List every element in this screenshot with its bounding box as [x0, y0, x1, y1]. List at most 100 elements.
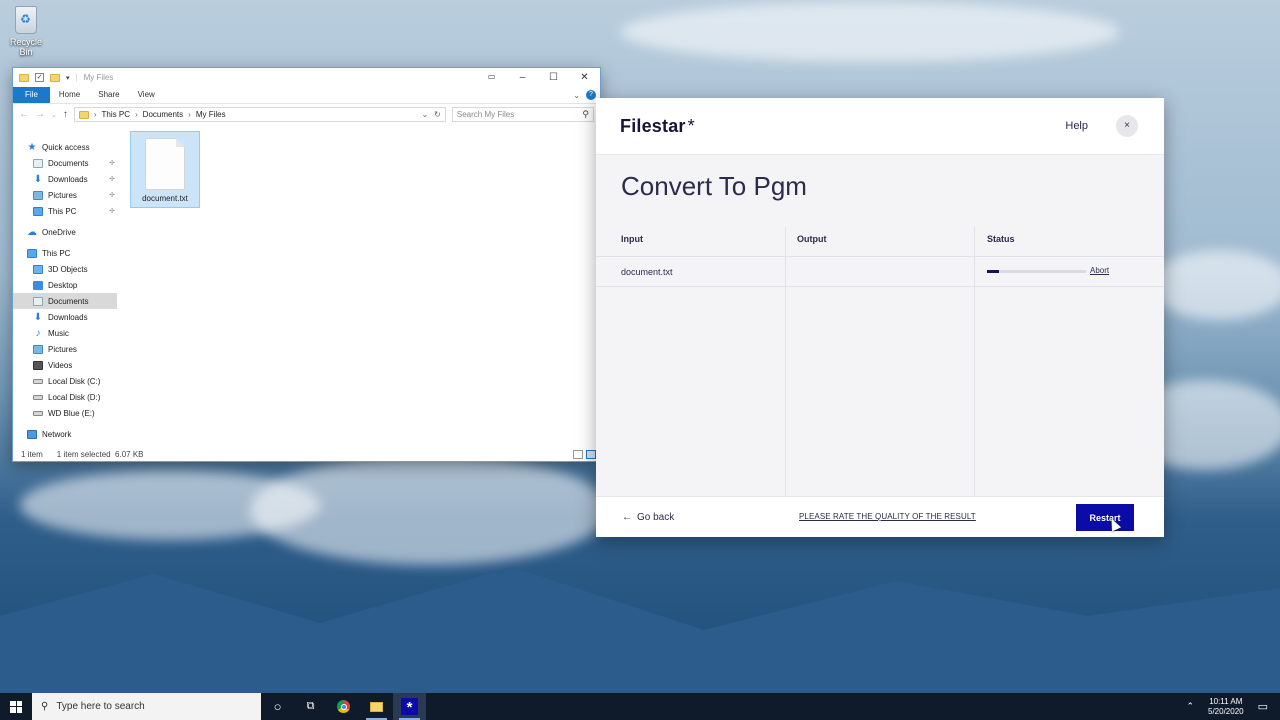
nav-quick-documents[interactable]: Documents ✢ [13, 155, 117, 171]
close-button[interactable]: ✕ [569, 72, 600, 83]
nav-quick-downloads[interactable]: ⬇ Downloads ✢ [13, 171, 117, 187]
forward-arrow-icon[interactable]: → [35, 109, 45, 120]
star-icon: ★ [27, 141, 37, 153]
file-list[interactable]: document.txt [117, 125, 600, 447]
chrome-icon [337, 700, 350, 713]
column-header-status: Status [987, 234, 1015, 244]
explorer-taskbar-button[interactable] [360, 693, 393, 720]
refresh-icon[interactable]: ↻ [434, 110, 441, 119]
network-icon [27, 429, 37, 439]
explorer-titlebar[interactable]: ✓ ▾ | My Files ▭ – ☐ ✕ [13, 68, 600, 87]
navigation-pane[interactable]: ★ Quick access Documents ✢ ⬇ Downloads ✢… [13, 125, 117, 447]
text-file-icon [145, 138, 185, 190]
file-explorer-window: ✓ ▾ | My Files ▭ – ☐ ✕ File Home Share V… [12, 67, 601, 462]
clock[interactable]: 10:11 AM 5/20/2020 [1208, 697, 1244, 717]
go-back-link[interactable]: ← Go back [622, 512, 674, 523]
nav-this-pc[interactable]: This PC [13, 245, 117, 261]
filestar-window: Filestar * Help × Convert To Pgm Input Ou… [596, 98, 1164, 537]
nav-downloads[interactable]: ⬇ Downloads [13, 309, 117, 325]
file-item[interactable]: document.txt [130, 131, 200, 208]
up-arrow-icon[interactable]: ↑ [63, 109, 68, 120]
drive-icon [33, 394, 43, 400]
tablet-mode-icon[interactable]: ▭ [476, 72, 507, 83]
item-count: 1 item [21, 449, 43, 459]
column-header-input: Input [621, 234, 643, 244]
nav-3d-objects[interactable]: 3D Objects [13, 261, 117, 277]
restart-button[interactable]: Restart [1076, 504, 1134, 531]
pin-icon: ✢ [109, 176, 115, 183]
conversion-table: Input Output Status document.txt Abort [596, 227, 1164, 496]
address-bar[interactable]: › This PC › Documents › My Files ⌄ ↻ [73, 107, 446, 122]
breadcrumb-this-pc[interactable]: This PC [102, 110, 130, 119]
task-view-icon[interactable]: ⧉ [294, 693, 327, 720]
quick-access-dropdown-icon[interactable]: ▾ [66, 74, 70, 82]
cortana-icon[interactable]: ○ [261, 693, 294, 720]
search-icon: ⚲ [582, 109, 589, 119]
nav-videos[interactable]: Videos [13, 357, 117, 373]
download-icon: ⬇ [33, 173, 43, 185]
nav-local-disk-d[interactable]: Local Disk (D:) [13, 389, 117, 405]
chevron-up-icon[interactable]: ⌃ [1186, 701, 1194, 712]
drive-icon [33, 378, 43, 384]
chrome-taskbar-button[interactable] [327, 693, 360, 720]
tab-home[interactable]: Home [50, 87, 89, 103]
explorer-title: My Files [83, 73, 114, 82]
properties-icon[interactable]: ✓ [35, 73, 44, 82]
tab-view[interactable]: View [129, 87, 164, 103]
rate-quality-link[interactable]: PLEASE RATE THE QUALITY OF THE RESULT [799, 512, 976, 521]
cloud-icon: ☁ [27, 226, 37, 238]
recycle-bin[interactable]: Recycle Bin [4, 6, 48, 57]
column-header-output: Output [797, 234, 827, 244]
clock-time: 10:11 AM [1209, 696, 1243, 706]
breadcrumb-my-files[interactable]: My Files [196, 110, 226, 119]
minimize-button[interactable]: – [507, 72, 538, 83]
details-view-icon[interactable] [573, 449, 583, 459]
search-placeholder: Search My Files [456, 110, 515, 119]
tab-share[interactable]: Share [89, 87, 128, 103]
nav-documents[interactable]: Documents [13, 293, 117, 309]
nav-onedrive[interactable]: ☁ OneDrive [13, 224, 117, 240]
new-folder-icon[interactable] [50, 73, 60, 82]
notifications-icon[interactable]: ▭ [1258, 700, 1268, 713]
system-tray: ⌃ 10:11 AM 5/20/2020 ▭ [1186, 697, 1280, 717]
music-icon: ♪ [35, 327, 41, 339]
breadcrumb-documents[interactable]: Documents [143, 110, 183, 119]
nav-local-disk-c[interactable]: Local Disk (C:) [13, 373, 117, 389]
help-link[interactable]: Help [1065, 120, 1088, 132]
3d-objects-icon [33, 264, 43, 274]
folder-icon [78, 110, 89, 119]
taskbar-search-placeholder: Type here to search [56, 701, 145, 712]
filestar-taskbar-button[interactable]: * [393, 693, 426, 720]
search-input[interactable]: Search My Files ⚲ [451, 107, 594, 122]
nav-pictures[interactable]: Pictures [13, 341, 117, 357]
clock-date: 5/20/2020 [1208, 706, 1244, 716]
explorer-body: ★ Quick access Documents ✢ ⬇ Downloads ✢… [13, 125, 600, 447]
address-dropdown-icon[interactable]: ⌄ [421, 110, 428, 119]
nav-quick-access[interactable]: ★ Quick access [13, 139, 117, 155]
large-icons-view-icon[interactable] [586, 449, 596, 459]
recent-locations-icon[interactable]: ⌄ [51, 111, 57, 119]
expand-ribbon-icon[interactable]: ⌄ [573, 91, 580, 100]
help-icon[interactable]: ? [586, 90, 596, 100]
row-input-file: document.txt [621, 267, 673, 277]
tab-file[interactable]: File [13, 87, 50, 103]
back-arrow-icon[interactable]: ← [19, 109, 29, 120]
maximize-button[interactable]: ☐ [538, 72, 569, 83]
taskbar-search[interactable]: ⚲ Type here to search [32, 693, 261, 720]
close-icon[interactable]: × [1116, 115, 1138, 137]
filestar-logo: Filestar * [620, 115, 695, 136]
file-explorer-icon [370, 701, 383, 712]
nav-wd-blue-e[interactable]: WD Blue (E:) [13, 405, 117, 421]
nav-music[interactable]: ♪ Music [13, 325, 117, 341]
nav-quick-pictures[interactable]: Pictures ✢ [13, 187, 117, 203]
documents-icon [33, 158, 43, 168]
nav-quick-this-pc[interactable]: This PC ✢ [13, 203, 117, 219]
pictures-icon [33, 344, 43, 354]
nav-desktop[interactable]: Desktop [13, 277, 117, 293]
filestar-header: Filestar * Help × [596, 98, 1164, 155]
abort-link[interactable]: Abort [1090, 266, 1109, 275]
start-button[interactable] [0, 693, 32, 720]
nav-network[interactable]: Network [13, 426, 117, 442]
drive-icon [33, 410, 43, 416]
status-bar: 1 item 1 item selected 6.07 KB [13, 447, 600, 461]
